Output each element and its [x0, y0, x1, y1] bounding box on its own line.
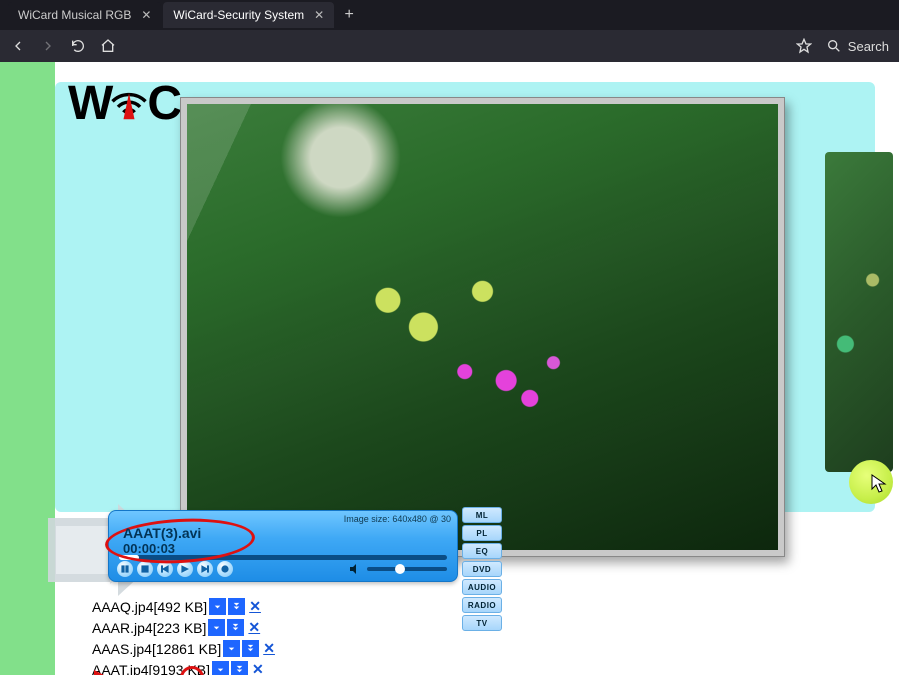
tab-title: WiCard Musical RGB — [18, 8, 131, 22]
tab-title: WiCard-Security System — [173, 8, 304, 22]
file-row: AAAQ.jp4[492 KB] ✕ — [92, 596, 275, 617]
download-icon[interactable] — [209, 598, 226, 615]
new-tab-button[interactable]: + — [336, 2, 362, 28]
search-button[interactable]: Search — [826, 38, 889, 54]
download-icon[interactable] — [212, 661, 229, 675]
wifi-icon — [107, 78, 151, 134]
delete-link[interactable]: ✕ — [263, 640, 275, 657]
browser-chrome: WiCard Musical RGB ✕ WiCard-Security Sys… — [0, 0, 899, 62]
side-btn-audio[interactable]: AUDIO — [462, 579, 502, 595]
file-list: AAAQ.jp4[492 KB] ✕ AAAR.jp4[223 KB] ✕ AA… — [92, 596, 275, 675]
download-icon[interactable] — [208, 619, 225, 636]
reload-button[interactable] — [70, 38, 86, 54]
file-name: AAAS.jp4[12861 KB] — [92, 641, 221, 657]
pause-button[interactable] — [117, 561, 133, 577]
video-window[interactable] — [180, 97, 785, 557]
volume-control[interactable] — [349, 563, 447, 575]
logo-letter: W — [68, 77, 111, 130]
close-icon[interactable]: ✕ — [314, 8, 324, 22]
download-all-icon[interactable] — [231, 661, 248, 675]
mouse-cursor-icon — [871, 474, 887, 499]
player-body[interactable]: Image size: 640x480 @ 30 AAAT(3).avi 00:… — [108, 510, 458, 582]
logo-letter: C — [147, 77, 180, 130]
prev-button[interactable] — [157, 561, 173, 577]
playback-time: 00:00:03 — [123, 541, 175, 556]
now-playing-title: AAAT(3).avi — [123, 525, 201, 541]
file-row: AAAT.jp4[9193 KB] ✕ — [92, 659, 275, 675]
side-btn-ml[interactable]: ML — [462, 507, 502, 523]
video-viewport — [187, 104, 778, 550]
tab-wicard-musical-rgb[interactable]: WiCard Musical RGB ✕ — [8, 2, 161, 28]
file-name: AAAR.jp4[223 KB] — [92, 620, 206, 636]
transport-controls — [117, 561, 233, 577]
download-all-icon[interactable] — [242, 640, 259, 657]
tab-strip: WiCard Musical RGB ✕ WiCard-Security Sys… — [0, 0, 899, 30]
tab-wicard-security-system[interactable]: WiCard-Security System ✕ — [163, 2, 334, 28]
home-button[interactable] — [100, 38, 116, 54]
file-name: AAAQ.jp4[492 KB] — [92, 599, 207, 615]
stop-button[interactable] — [137, 561, 153, 577]
download-all-icon[interactable] — [228, 598, 245, 615]
file-name: AAAT.jp4[9193 KB] — [92, 662, 210, 675]
page: WC Image size: 640x480 @ 30 AAAT(3).avi … — [0, 62, 899, 675]
wicard-logo: WC — [68, 76, 180, 134]
media-player: Image size: 640x480 @ 30 AAAT(3).avi 00:… — [50, 510, 480, 582]
forward-button[interactable] — [40, 38, 56, 54]
volume-knob[interactable] — [395, 564, 405, 574]
delete-link[interactable]: ✕ — [249, 598, 261, 615]
next-button[interactable] — [197, 561, 213, 577]
side-btn-pl[interactable]: PL — [462, 525, 502, 541]
record-button[interactable] — [217, 561, 233, 577]
side-btn-radio[interactable]: RADIO — [462, 597, 502, 613]
player-side-buttons: ML PL EQ DVD AUDIO RADIO TV — [462, 507, 502, 631]
download-all-icon[interactable] — [227, 619, 244, 636]
delete-link[interactable]: ✕ — [252, 661, 264, 675]
file-row: AAAS.jp4[12861 KB] ✕ — [92, 638, 275, 659]
back-button[interactable] — [10, 38, 26, 54]
volume-track[interactable] — [367, 567, 447, 571]
delete-link[interactable]: ✕ — [248, 619, 260, 636]
browser-toolbar: Search — [0, 30, 899, 62]
thumbnail-preview — [825, 152, 893, 472]
video-frame — [187, 104, 778, 550]
side-btn-dvd[interactable]: DVD — [462, 561, 502, 577]
file-row: AAAR.jp4[223 KB] ✕ — [92, 617, 275, 638]
search-icon — [826, 38, 842, 54]
search-label: Search — [848, 39, 889, 54]
close-icon[interactable]: ✕ — [141, 8, 151, 22]
play-button[interactable] — [177, 561, 193, 577]
volume-icon — [349, 563, 361, 575]
download-icon[interactable] — [223, 640, 240, 657]
side-btn-tv[interactable]: TV — [462, 615, 502, 631]
side-btn-eq[interactable]: EQ — [462, 543, 502, 559]
page-side-strip — [0, 62, 55, 675]
image-size-label: Image size: 640x480 @ 30 — [344, 514, 451, 524]
bookmark-button[interactable] — [796, 38, 812, 54]
